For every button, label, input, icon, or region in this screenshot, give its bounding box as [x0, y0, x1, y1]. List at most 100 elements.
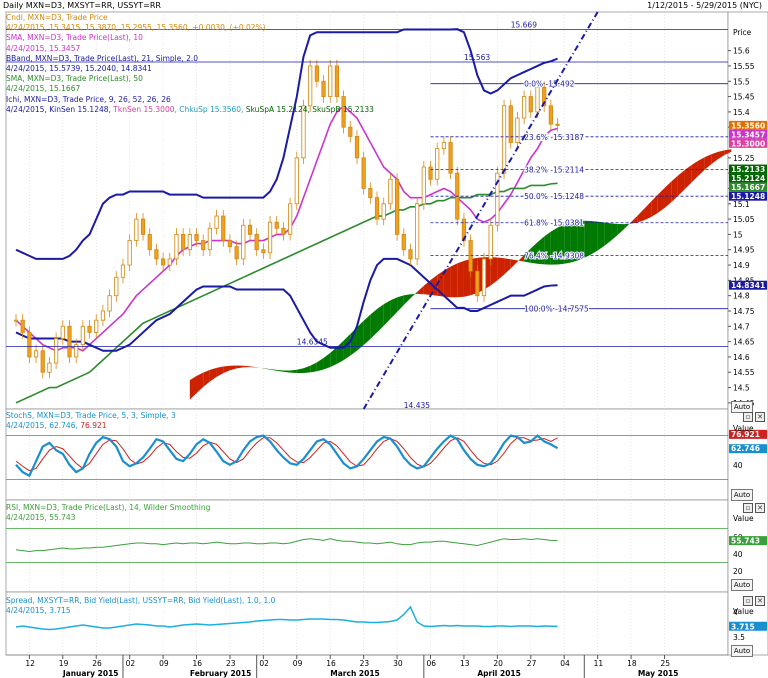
candle-body: [120, 264, 126, 278]
x-day-label: 16: [193, 659, 203, 668]
rsi-close-icon[interactable]: ✕: [755, 503, 765, 513]
cloud-segment: [597, 221, 605, 251]
value-tag-label: 14.8341: [731, 281, 765, 290]
candle-body: [47, 362, 52, 373]
hline-label: 14.6345: [297, 337, 328, 346]
price-tick-label: 15.45: [733, 93, 755, 102]
value-tag-label: 15.2124: [731, 174, 765, 183]
rsi-tick-label: 40: [733, 550, 743, 559]
candle-body: [214, 215, 219, 229]
candle-body: [394, 178, 400, 235]
candle-body: [181, 234, 186, 251]
price-tick-label: 14.95: [733, 246, 755, 255]
candle-body: [267, 221, 273, 254]
price-tick-label: 15.25: [733, 154, 755, 163]
candle-body: [368, 188, 373, 199]
price-tick-label: 15.05: [733, 215, 755, 224]
x-day-label: 11: [594, 659, 604, 668]
candle-body: [501, 105, 507, 174]
rsi-minimize-icon[interactable]: ▫: [743, 503, 753, 513]
stoch-minimize-icon[interactable]: ▫: [743, 412, 753, 422]
auto-scale-button-rsi[interactable]: Auto: [731, 579, 753, 591]
candle-body: [441, 142, 446, 150]
candle-body: [488, 224, 493, 260]
fib-label: 38.2% -15.2114: [524, 166, 584, 175]
hline-label: 15.669: [511, 20, 537, 29]
value-tag-label: 15.1248: [731, 192, 765, 201]
x-day-label: 13: [460, 659, 470, 668]
stoch-title: StochS, MXN=D3, Trade Price, 5, 3, Simpl…: [6, 411, 176, 420]
price-tick-label: 14.75: [733, 307, 755, 316]
candle-body: [401, 234, 406, 251]
price-tick-label: 14.7: [733, 322, 750, 331]
candle-body: [348, 126, 353, 137]
candle-body: [535, 86, 540, 113]
candle-body: [481, 258, 487, 297]
candle-body: [415, 203, 420, 260]
candle-body: [27, 332, 32, 358]
x-day-label: 09: [159, 659, 169, 668]
ichi-value: SkuSpA 15.2124,: [245, 105, 313, 114]
candle-body: [435, 148, 440, 180]
legend-line: Ichi, MXN=D3, Trade Price, 9, 26, 52, 26…: [6, 94, 171, 104]
price-tick-label: 15.6: [733, 47, 750, 56]
candle-body: [187, 234, 192, 251]
x-day-label: 19: [59, 659, 69, 668]
candle-body: [448, 142, 453, 174]
candle-body: [281, 227, 286, 235]
candle-body: [234, 246, 239, 260]
spread-close-icon[interactable]: ✕: [755, 596, 765, 606]
candle-body: [33, 350, 39, 358]
fib-label: 100.0% -14.7575: [524, 305, 589, 314]
candle-body: [261, 249, 266, 254]
candle-body: [328, 65, 333, 97]
legend-line: SMA, MXN=D3, Trade Price(Last), 10: [6, 33, 143, 43]
candle-body: [140, 218, 146, 235]
fib-label: 23.6% -15.3187: [524, 133, 584, 142]
price-tick-label: 14.5: [733, 384, 750, 393]
ichi-value: ChkuSp 15.3560,: [179, 105, 246, 114]
price-tick-label: 14.65: [733, 338, 755, 347]
price-tick-label: 14.55: [733, 368, 755, 377]
bottom-level-label: 14.435: [404, 401, 430, 410]
candle-body: [20, 319, 25, 333]
price-tick-label: 15: [733, 230, 743, 239]
x-day-label: 20: [493, 659, 503, 668]
candle-body: [522, 96, 527, 119]
legend-line: BBand, MXN=D3, Trade Price(Last), 21, Si…: [6, 53, 199, 63]
candle-body: [221, 215, 226, 241]
x-month-label: January 2015: [62, 669, 119, 678]
cloud-segment: [457, 260, 464, 298]
ichi-value: 4/24/2015, KinSen 15.1248,: [6, 105, 114, 114]
legend-line: 4/24/2015, 15.3457: [6, 43, 81, 53]
cloud-segment: [590, 220, 598, 255]
candle-body: [294, 157, 299, 205]
stoch-close-icon[interactable]: ✕: [755, 412, 765, 422]
rsi-axis-label: Value: [733, 514, 754, 523]
spread-value: 4/24/2015, 3.715: [6, 606, 71, 615]
x-day-label: 23: [226, 659, 236, 668]
candle-body: [107, 295, 112, 312]
value-tag-label: 15.3560: [731, 121, 765, 130]
spread-tick-label: 3.5: [733, 633, 745, 642]
candle-body: [528, 96, 533, 113]
price-tick-label: 14.6: [733, 353, 750, 362]
x-month-label: May 2015: [638, 669, 679, 678]
price-tick-label: 15.4: [733, 108, 750, 117]
candle-body: [421, 166, 426, 205]
x-day-label: 04: [560, 659, 570, 668]
candle-body: [227, 240, 233, 248]
hline-label: 15.563: [464, 53, 490, 62]
candle-body: [127, 240, 132, 266]
auto-scale-button-spread[interactable]: Auto: [731, 645, 753, 657]
x-month-label: February 2015: [190, 669, 251, 678]
candle-body: [314, 65, 319, 82]
candle-body: [174, 234, 179, 260]
spread-minimize-icon[interactable]: ▫: [743, 596, 753, 606]
x-month-label: April 2015: [477, 669, 521, 678]
price-tick-label: 14.9: [733, 261, 750, 270]
candle-body: [134, 218, 139, 241]
auto-scale-button-stoch[interactable]: Auto: [731, 489, 753, 501]
spread-title: Spread, MXSYT=RR, Bid Yield(Last), USSYT…: [6, 596, 276, 605]
stoch-legend: StochS, MXN=D3, Trade Price, 5, 3, Simpl…: [6, 411, 176, 431]
